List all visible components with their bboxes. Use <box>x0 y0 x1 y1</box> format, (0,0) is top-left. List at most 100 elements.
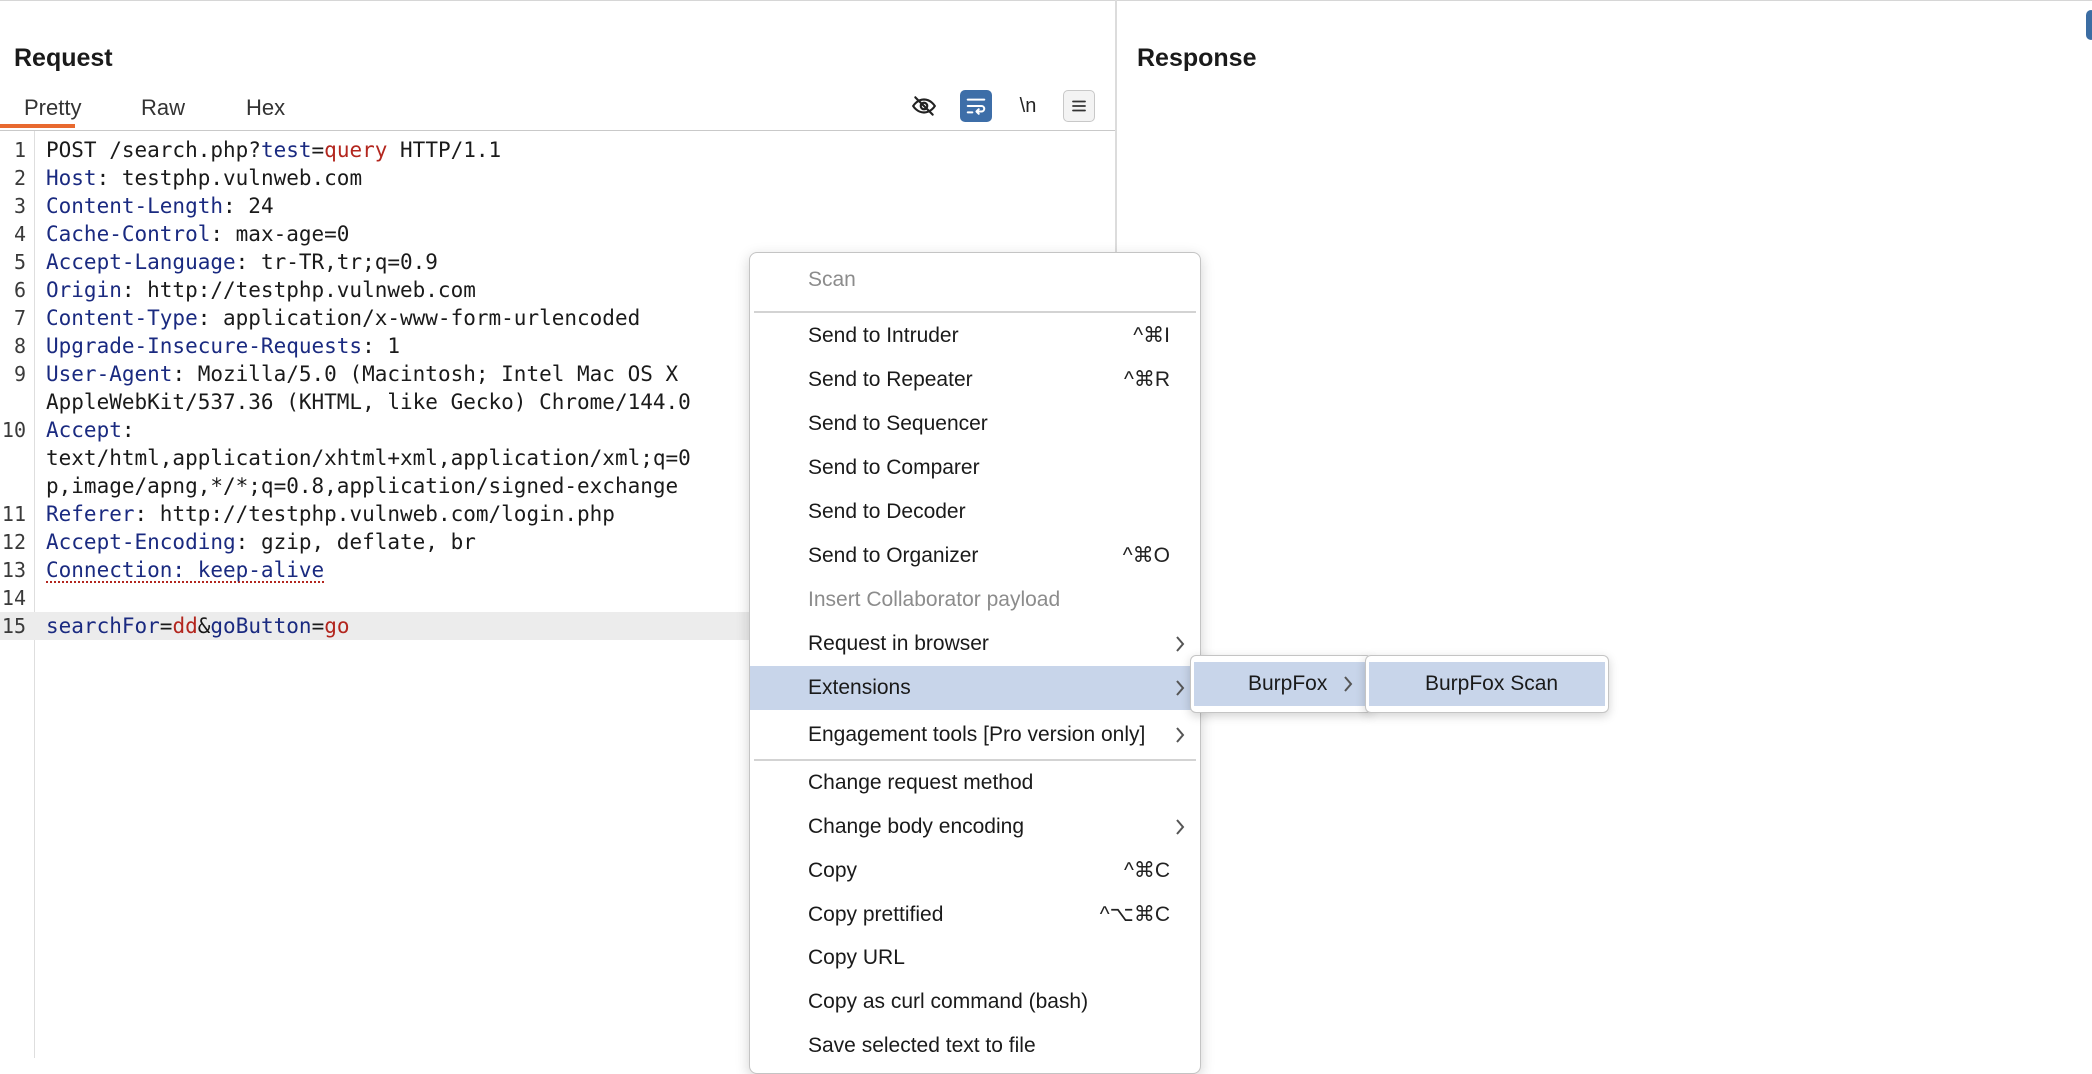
menu-item-send-to-decoder[interactable]: Send to Decoder <box>750 490 1200 534</box>
line-number: 7 <box>0 304 26 332</box>
code-token: query <box>324 138 387 162</box>
menu-item-copy-url[interactable]: Copy URL <box>750 936 1200 980</box>
menu-item-label: Insert Collaborator payload <box>808 578 1060 622</box>
hamburger-menu-icon[interactable] <box>1063 90 1095 122</box>
tab-raw[interactable]: Raw <box>141 94 185 130</box>
menu-item-label: Send to Decoder <box>808 490 966 534</box>
code-token: : testphp.vulnweb.com <box>97 166 363 190</box>
menu-item-label: Copy as curl command (bash) <box>808 980 1088 1024</box>
request-view-tabs: Pretty Raw Hex <box>0 94 1115 130</box>
line-number: 8 <box>0 332 26 360</box>
line-number: 1 <box>0 136 26 164</box>
menu-item-send-to-sequencer[interactable]: Send to Sequencer <box>750 402 1200 446</box>
line-number: 12 <box>0 528 26 556</box>
menu-item-label: Extensions <box>808 666 911 710</box>
menu-item-label: Scan <box>808 258 856 302</box>
code-token: Connection: keep-alive <box>46 558 324 582</box>
code-token: Content-Length <box>46 194 223 218</box>
menu-item-copy[interactable]: Copy ^⌘C <box>750 849 1200 893</box>
code-token: Host <box>46 166 97 190</box>
menu-item-label: Save selected text to file <box>808 1024 1036 1068</box>
menu-item-label: BurpFox Scan <box>1425 662 1558 706</box>
line-text: Accept: <box>46 416 135 444</box>
code-token: : max-age=0 <box>210 222 349 246</box>
menu-item-burpfox[interactable]: BurpFox <box>1194 662 1368 706</box>
menu-item-save-selected-text-to-file[interactable]: Save selected text to file <box>750 1024 1200 1068</box>
menu-item-send-to-repeater[interactable]: Send to Repeater ^⌘R <box>750 358 1200 402</box>
menu-item-send-to-intruder[interactable]: Send to Intruder ^⌘I <box>750 314 1200 358</box>
menu-item-change-body-encoding[interactable]: Change body encoding <box>750 805 1200 849</box>
menu-item-change-request-method[interactable]: Change request method <box>750 761 1200 805</box>
code-token: : application/x-www-form-urlencoded <box>198 306 641 330</box>
menu-item-label: Copy URL <box>808 936 905 980</box>
menu-item-copy-as-curl-command-bash[interactable]: Copy as curl command (bash) <box>750 980 1200 1024</box>
code-token: Accept-Language <box>46 250 236 274</box>
menu-item-label: BurpFox <box>1248 662 1327 706</box>
menu-separator <box>754 311 1196 313</box>
line-text: text/html,application/xhtml+xml,applicat… <box>46 444 691 472</box>
menu-item-request-in-browser[interactable]: Request in browser <box>750 622 1200 666</box>
code-token: POST /search.php? <box>46 138 261 162</box>
code-token: Upgrade-Insecure-Requests <box>46 334 362 358</box>
context-menu: Scan Send to Intruder ^⌘I Send to Repeater ^… <box>749 252 1201 1074</box>
code-token: Referer <box>46 502 135 526</box>
code-token: go <box>324 614 349 638</box>
code-token: Accept <box>46 418 122 442</box>
line-text: Accept-Encoding: gzip, deflate, br <box>46 528 476 556</box>
code-token: & <box>198 614 211 638</box>
line-text: Referer: http://testphp.vulnweb.com/logi… <box>46 500 615 528</box>
code-token: searchFor <box>46 614 160 638</box>
menu-item-scan: Scan <box>750 258 1200 302</box>
active-tab-indicator <box>0 124 75 128</box>
line-text: Cache-Control: max-age=0 <box>46 220 349 248</box>
code-token: : http://testphp.vulnweb.com <box>122 278 476 302</box>
menu-item-extensions[interactable]: Extensions <box>750 666 1200 710</box>
line-number: 15 <box>0 612 26 640</box>
menu-item-burpfox-scan[interactable]: BurpFox Scan <box>1369 662 1605 706</box>
line-text: POST /search.php?test=query HTTP/1.1 <box>46 136 501 164</box>
line-number: 11 <box>0 500 26 528</box>
code-token: p,image/apng,*/*;q=0.8,application/signe… <box>46 474 678 498</box>
menu-item-copy-prettified[interactable]: Copy prettified ^⌥⌘C <box>750 893 1200 937</box>
code-token: test <box>261 138 312 162</box>
code-token: = <box>160 614 173 638</box>
code-token: : <box>122 418 135 442</box>
menu-item-send-to-comparer[interactable]: Send to Comparer <box>750 446 1200 490</box>
line-number: 5 <box>0 248 26 276</box>
keyboard-shortcut: ^⌘C <box>1124 849 1170 893</box>
show-newlines-button[interactable]: \n <box>1012 90 1044 122</box>
line-number: 3 <box>0 192 26 220</box>
menu-item-insert-collaborator-payload: Insert Collaborator payload <box>750 578 1200 622</box>
extensions-submenu: BurpFox <box>1190 655 1372 713</box>
tab-hex[interactable]: Hex <box>246 94 285 130</box>
menu-item-label: Send to Sequencer <box>808 402 988 446</box>
code-token: Origin <box>46 278 122 302</box>
line-number: 6 <box>0 276 26 304</box>
code-token: text/html,application/xhtml+xml,applicat… <box>46 446 691 470</box>
line-text: searchFor=dd&goButton=go <box>46 612 350 640</box>
line-number: 4 <box>0 220 26 248</box>
corner-indicator <box>2086 10 2092 40</box>
keyboard-shortcut: ^⌘R <box>1124 358 1170 402</box>
menu-item-engagement-tools-pro-version-only[interactable]: Engagement tools [Pro version only] <box>750 713 1200 757</box>
eye-slash-icon[interactable] <box>908 90 940 122</box>
line-number: 2 <box>0 164 26 192</box>
menu-item-label: Send to Comparer <box>808 446 980 490</box>
line-text: Accept-Language: tr-TR,tr;q=0.9 <box>46 248 438 276</box>
menu-item-send-to-organizer[interactable]: Send to Organizer ^⌘O <box>750 534 1200 578</box>
line-number: 13 <box>0 556 26 584</box>
code-token: AppleWebKit/537.36 (KHTML, like Gecko) C… <box>46 390 691 414</box>
code-line: 3 Content-Length: 24 <box>0 192 1115 220</box>
keyboard-shortcut: ^⌥⌘C <box>1100 893 1170 937</box>
line-text: Connection: keep-alive <box>46 556 324 584</box>
code-token: : Mozilla/5.0 (Macintosh; Intel Mac OS X <box>172 362 678 386</box>
burpfox-submenu: BurpFox Scan <box>1365 655 1609 713</box>
code-token: Content-Type <box>46 306 198 330</box>
line-text: AppleWebKit/537.36 (KHTML, like Gecko) C… <box>46 388 691 416</box>
menu-item-label: Send to Organizer <box>808 534 978 578</box>
word-wrap-icon[interactable] <box>960 90 992 122</box>
code-token: dd <box>172 614 197 638</box>
line-number: 9 <box>0 360 26 388</box>
line-text: Origin: http://testphp.vulnweb.com <box>46 276 476 304</box>
code-token: = <box>312 138 325 162</box>
